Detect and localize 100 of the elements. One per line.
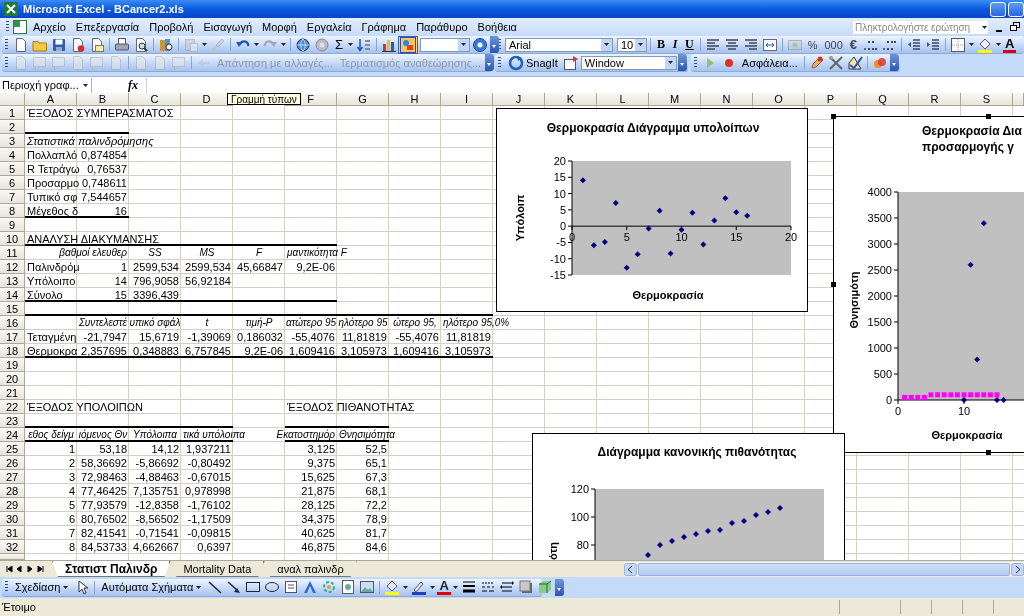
clipboard-icon[interactable] [183, 36, 199, 53]
merge-cells-icon[interactable] [761, 36, 778, 53]
selection-handle[interactable] [831, 282, 836, 287]
align-center-icon[interactable] [723, 36, 740, 53]
row-header[interactable]: 4 [0, 148, 25, 162]
3d-icon[interactable] [536, 579, 553, 595]
oval-icon[interactable] [264, 579, 281, 595]
line-color-icon[interactable] [411, 579, 428, 595]
clip-art-icon[interactable] [340, 579, 357, 595]
arrow-style-icon[interactable] [498, 579, 515, 595]
selection-handle[interactable] [986, 114, 991, 119]
next-sheet-icon[interactable] [26, 564, 35, 574]
fill-color-icon[interactable] [977, 36, 994, 53]
minimize-button[interactable] [990, 1, 1006, 17]
wordart-icon[interactable] [302, 579, 319, 595]
printer-icon[interactable] [114, 36, 130, 53]
row-header[interactable]: 30 [0, 512, 25, 526]
shapes-icon[interactable] [400, 36, 417, 53]
font-size-field[interactable]: 10 [617, 37, 647, 52]
row-header[interactable]: 21 [0, 386, 25, 400]
row-header[interactable]: 28 [0, 484, 25, 498]
bold-button[interactable]: B [654, 36, 668, 53]
row-header[interactable]: 25 [0, 442, 25, 456]
caret-icon[interactable] [402, 583, 410, 591]
caret-icon[interactable] [451, 583, 459, 591]
borders-icon[interactable] [950, 36, 967, 53]
last-sheet-icon[interactable] [37, 564, 46, 574]
workbook-icon[interactable] [12, 19, 28, 35]
row-header[interactable]: 26 [0, 456, 25, 470]
row-header[interactable]: 16 [0, 316, 25, 330]
fill-color-icon[interactable] [384, 579, 401, 595]
caret-icon[interactable] [62, 583, 70, 591]
toolbar-handle[interactable] [693, 56, 697, 69]
draw-menu-button[interactable]: Σχεδίαση [12, 579, 73, 595]
chart-area[interactable]: Θερμοκρασία Διάγραμμα υπολοίπων -15 -10 -5 0 5 10 15 20 0 5 10 15 20 Θερμοκρασία Υπόλοιπ [496, 108, 808, 312]
text-box-icon[interactable] [283, 579, 300, 595]
snagit-logo-icon[interactable] [508, 54, 524, 71]
sheet-tab[interactable]: αναλ παλινδρ [264, 561, 357, 577]
autoshapes-menu-button[interactable]: Αυτόματα Σχήματα [98, 579, 206, 595]
row-header[interactable]: 7 [0, 190, 25, 204]
menu-item[interactable]: Προβολή [144, 19, 199, 35]
toolbar-handle[interactable] [6, 21, 9, 33]
caret-icon[interactable] [82, 81, 89, 89]
arrow-icon[interactable] [226, 579, 243, 595]
column-header[interactable]: C [129, 93, 181, 106]
row-header[interactable]: 27 [0, 470, 25, 484]
toolbar-handle[interactable] [498, 38, 501, 51]
row-header[interactable]: 22 [0, 400, 25, 414]
column-header[interactable]: L [597, 93, 649, 106]
italic-button[interactable]: I [669, 36, 681, 53]
row-header[interactable]: 3 [0, 134, 25, 148]
image-icon[interactable] [359, 579, 376, 595]
caret-icon[interactable] [968, 41, 976, 48]
column-header[interactable]: I [441, 93, 493, 106]
caret-icon[interactable] [429, 583, 437, 591]
row-header[interactable]: 5 [0, 162, 25, 176]
column-header[interactable]: S [961, 93, 1013, 106]
caret-icon[interactable] [460, 41, 468, 48]
menu-item[interactable]: Αρχείο [28, 19, 71, 35]
caret-icon[interactable] [253, 41, 260, 48]
caret-icon[interactable] [637, 41, 644, 48]
row-header[interactable]: 20 [0, 372, 25, 386]
caret-icon[interactable] [195, 583, 203, 591]
autosum-button[interactable]: Σ [332, 36, 347, 53]
row-header[interactable]: 8 [0, 204, 25, 218]
row-header[interactable]: 13 [0, 274, 25, 288]
row-header[interactable]: 24 [0, 428, 25, 442]
insert-function-button[interactable]: fx [128, 77, 138, 93]
font-field[interactable]: Arial [505, 37, 613, 52]
chart-area[interactable]: Διάγραμμα κανονικής πιθανότητας 120 100 80 ότη [532, 433, 845, 560]
column-header[interactable]: O [753, 93, 805, 106]
column-header[interactable]: M [649, 93, 701, 106]
sheet-tab[interactable]: Mortality Data [170, 561, 265, 577]
increase-indent-icon[interactable] [925, 36, 942, 53]
row-header[interactable]: 19 [0, 358, 25, 372]
caret-icon[interactable] [280, 41, 287, 48]
book-icon[interactable] [158, 36, 174, 53]
column-header[interactable]: D [181, 93, 233, 106]
column-header[interactable]: H [389, 93, 441, 106]
toolbar-options-button[interactable] [554, 578, 564, 596]
menu-item[interactable]: Γράφημα [356, 19, 412, 35]
zoom-field[interactable] [420, 37, 471, 52]
caret-icon[interactable] [347, 41, 355, 48]
column-header[interactable]: Q [857, 93, 909, 106]
restore-icon[interactable] [1010, 21, 1020, 33]
align-right-icon[interactable] [742, 36, 759, 53]
scroll-right-icon[interactable] [1011, 562, 1024, 576]
align-left-icon[interactable] [704, 36, 721, 53]
selection-handle[interactable] [986, 450, 991, 455]
selection-handle[interactable] [831, 114, 836, 119]
toolbar-options-button[interactable] [677, 54, 687, 71]
row-header[interactable]: 18 [0, 344, 25, 358]
snagit-button[interactable]: SnagIt [505, 54, 561, 71]
dash-style-icon[interactable] [479, 579, 496, 595]
menu-item[interactable]: Μορφή [257, 19, 302, 35]
row-header[interactable]: 23 [0, 414, 25, 428]
caret-icon[interactable] [995, 41, 1003, 48]
underline-button[interactable]: U [682, 36, 697, 53]
toolbar-handle[interactable] [5, 581, 8, 593]
row-header[interactable]: 10 [0, 232, 25, 246]
